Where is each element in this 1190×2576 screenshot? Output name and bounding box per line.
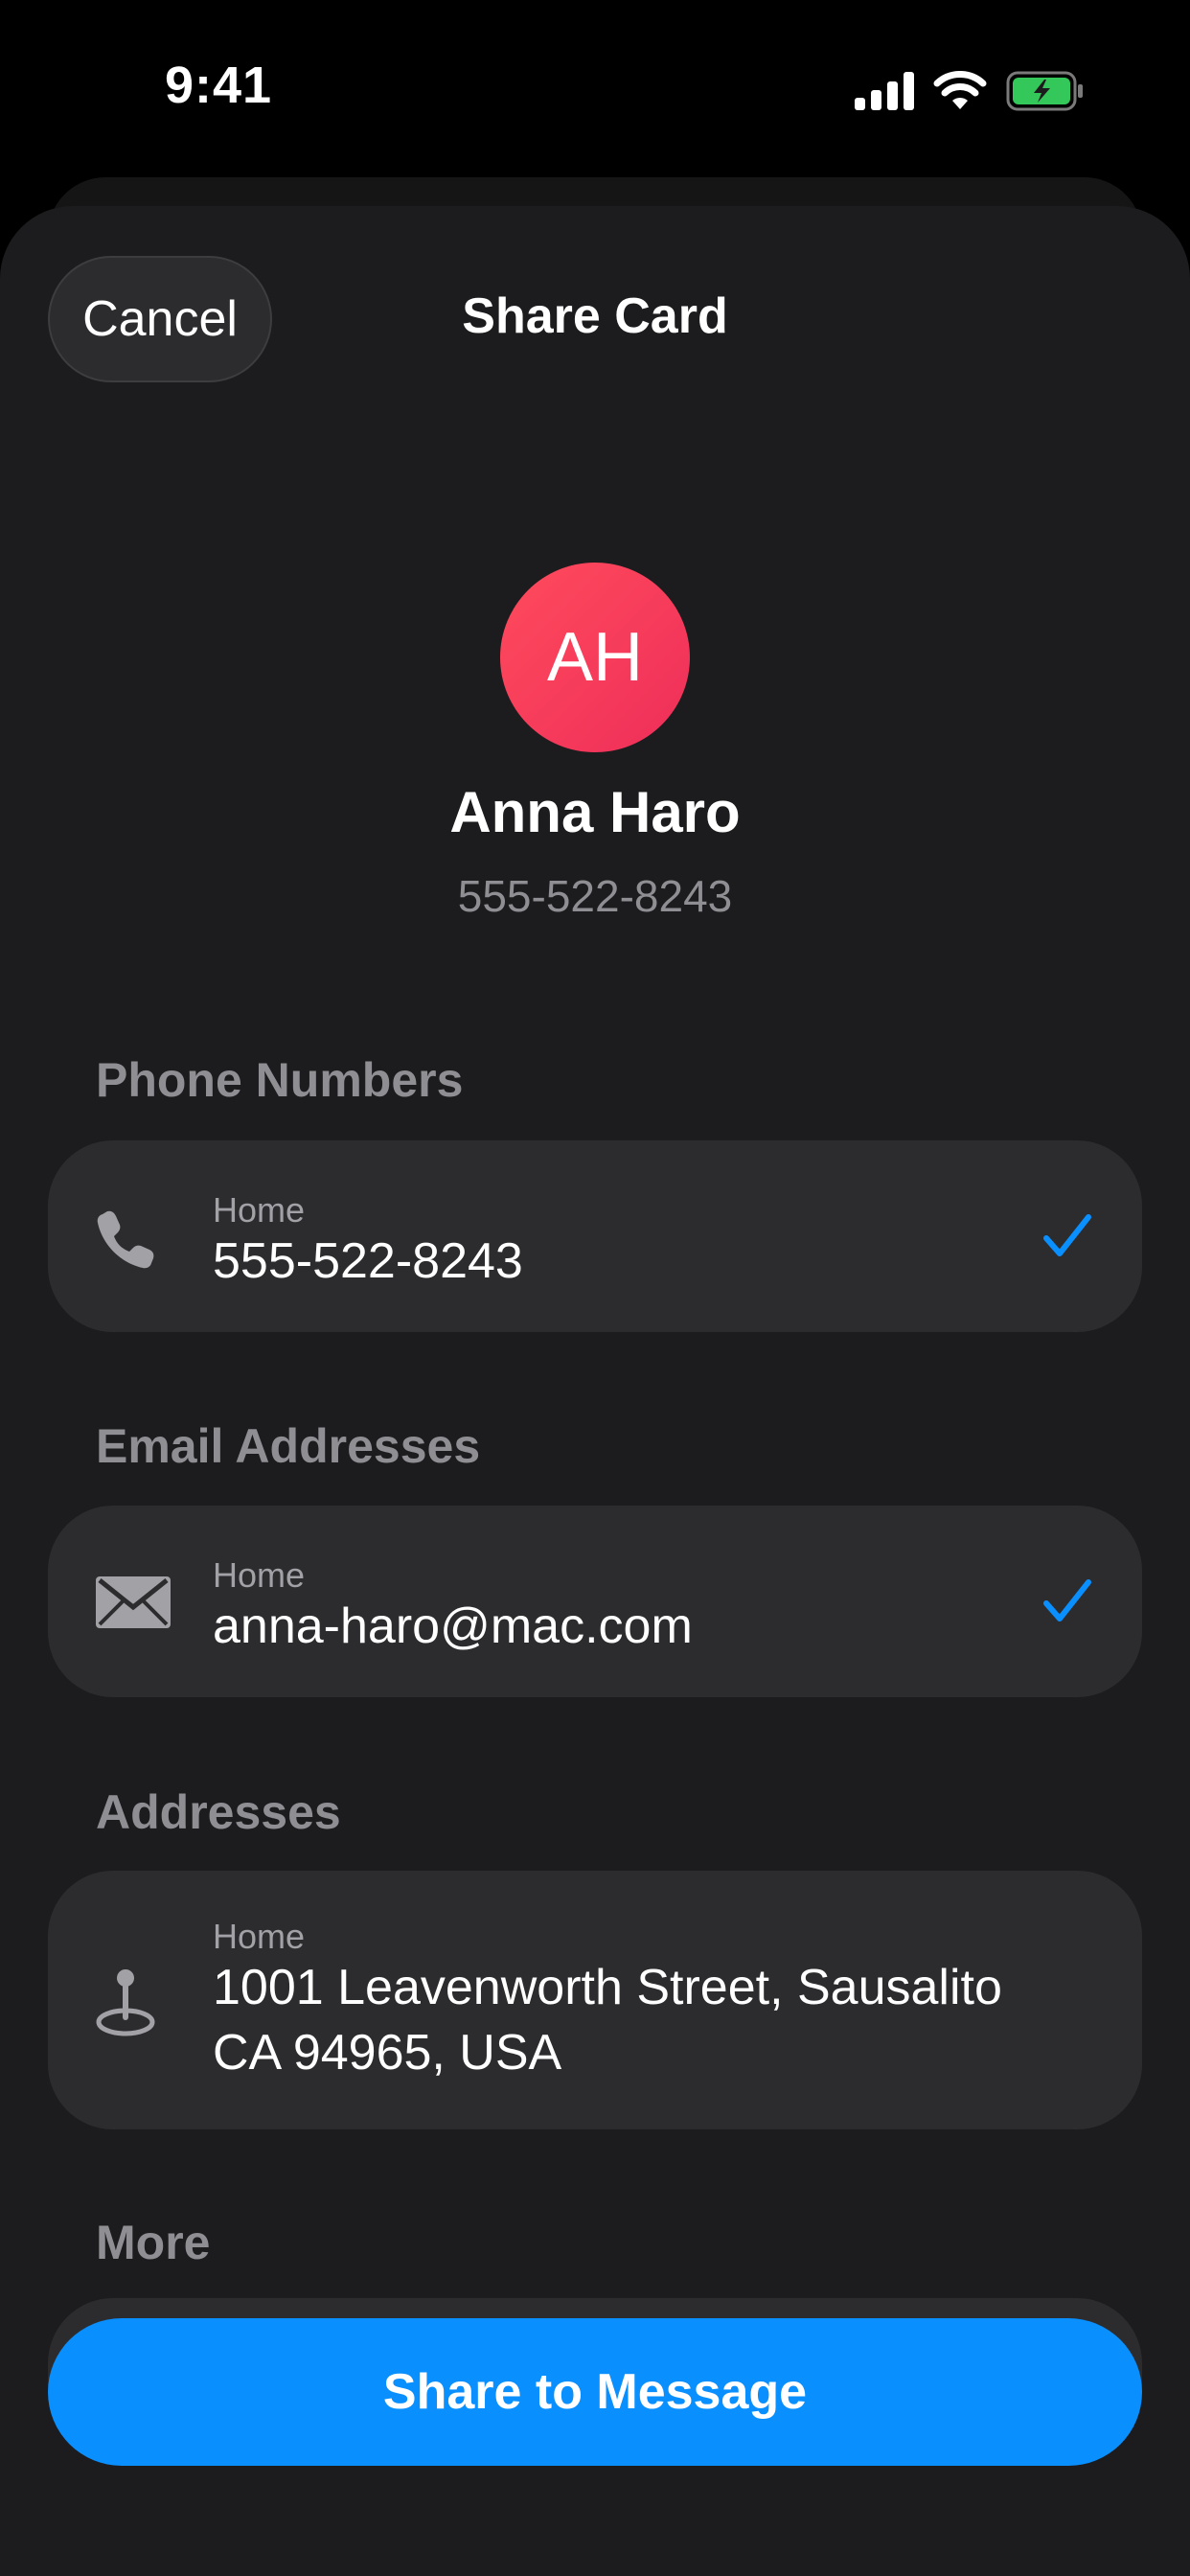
status-bar: 9:41 xyxy=(0,0,1190,182)
battery-charging-icon xyxy=(1006,71,1083,111)
section-header-addresses: Addresses xyxy=(96,1785,341,1839)
phone-label: Home xyxy=(213,1190,306,1230)
address-line-1: 1001 Leavenworth Street, Sausalito xyxy=(213,1960,1002,2015)
envelope-icon xyxy=(96,1576,171,1628)
share-to-message-button[interactable]: Share to Message xyxy=(48,2318,1142,2466)
contact-name: Anna Haro xyxy=(449,780,741,844)
cellular-signal-icon xyxy=(855,72,914,110)
section-header-more: More xyxy=(96,2216,211,2269)
sheet-title: Share Card xyxy=(462,288,728,344)
status-icons xyxy=(855,67,1085,115)
section-header-email-addresses: Email Addresses xyxy=(96,1419,481,1473)
section-header-phone-numbers: Phone Numbers xyxy=(96,1053,464,1107)
email-address-row[interactable]: Home anna-haro@mac.com xyxy=(48,1506,1142,1697)
phone-value: 555-522-8243 xyxy=(213,1233,523,1289)
status-time: 9:41 xyxy=(165,57,273,114)
contact-phone: 555-522-8243 xyxy=(457,871,733,921)
phone-number-row[interactable]: Home 555-522-8243 xyxy=(48,1140,1142,1332)
phone-icon xyxy=(97,1210,154,1269)
email-value: anna-haro@mac.com xyxy=(213,1598,693,1654)
checkmark-icon xyxy=(1043,1214,1091,1256)
location-pin-icon xyxy=(96,1969,155,2036)
address-row[interactable]: Home 1001 Leavenworth Street, Sausalito … xyxy=(48,1871,1142,2129)
wifi-icon xyxy=(933,71,987,109)
avatar: AH xyxy=(500,563,690,752)
address-line-2: CA 94965, USA xyxy=(213,2025,562,2081)
checkmark-icon xyxy=(1043,1579,1091,1622)
avatar-initials: AH xyxy=(546,619,644,696)
address-label: Home xyxy=(213,1917,306,1956)
email-label: Home xyxy=(213,1555,306,1595)
